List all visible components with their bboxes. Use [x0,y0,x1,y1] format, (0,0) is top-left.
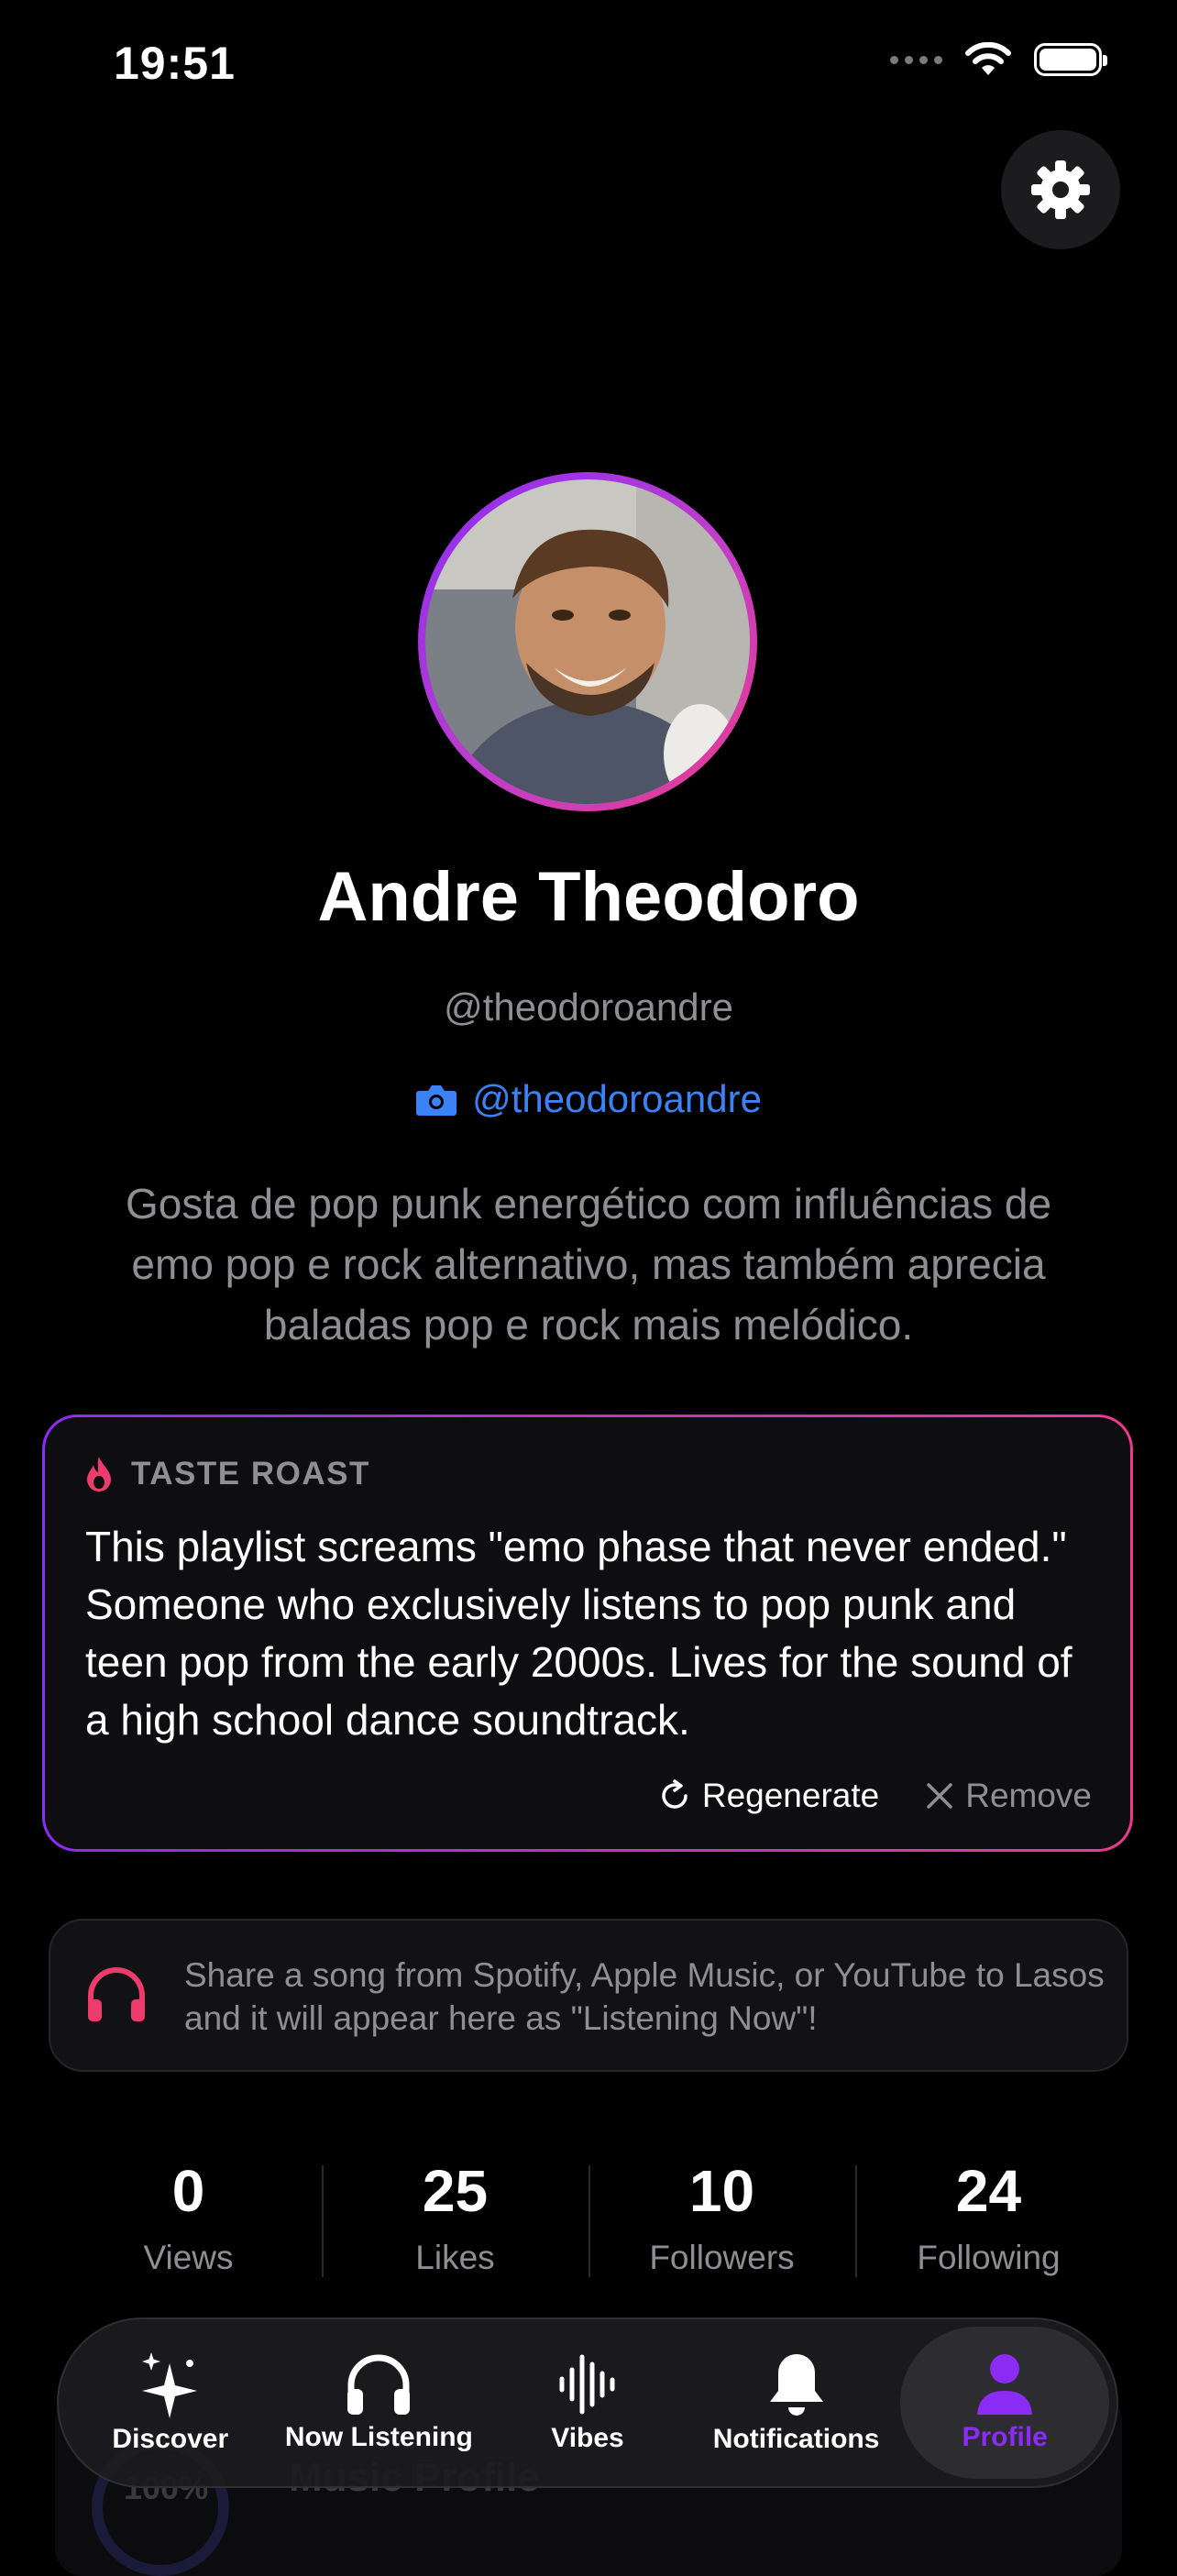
refresh-icon [662,1779,688,1809]
listening-now-hint-text: Share a song from Spotify, Apple Music, … [184,1956,1105,2037]
wifi-icon [965,42,1011,75]
stat-label: Followers [649,2239,795,2276]
stat-likes[interactable]: 25 Likes [322,2154,588,2277]
tab-label: Profile [962,2422,1048,2452]
stat-views[interactable]: 0 Views [55,2154,322,2277]
profile-bio: Gosta de pop punk energético com influên… [125,1180,1052,1349]
tab-now-listening[interactable]: Now Listening [275,2327,484,2479]
sparkles-icon [141,2352,197,2418]
regenerate-label: Regenerate [701,1777,880,1814]
close-icon [927,1783,952,1809]
bell-icon [769,2354,823,2416]
avatar [425,479,750,804]
tab-bar: Discover Now Listening Vibes Notificatio… [57,2317,1118,2488]
stat-followers[interactable]: 10 Followers [588,2154,855,2277]
taste-roast-text: This playlist screams "emo phase that ne… [85,1523,1072,1744]
headphones-icon [347,2354,411,2415]
stat-label: Following [917,2239,1061,2276]
instagram-link[interactable]: @theodoroandre [0,1077,1177,1121]
tab-profile[interactable]: Profile [900,2327,1109,2479]
tab-label: Discover [112,2424,229,2454]
battery-icon [1034,43,1107,76]
gear-icon [1031,160,1090,219]
tab-notifications[interactable]: Notifications [692,2327,901,2479]
waveform-icon [559,2354,615,2415]
profile-handle: @theodoroandre [444,985,733,1029]
stat-value: 0 [171,2158,205,2224]
tab-label: Notifications [712,2424,880,2454]
regenerate-button[interactable]: Regenerate [658,1777,879,1815]
camera-icon [416,1085,457,1116]
person-icon [977,2354,1033,2415]
tab-label: Now Listening [284,2422,473,2452]
stat-following[interactable]: 24 Following [855,2154,1122,2277]
tab-discover[interactable]: Discover [66,2327,275,2479]
cellular-signal-icon [890,55,942,64]
taste-roast-card: TASTE ROAST This playlist screams "emo p… [42,1415,1133,1852]
profile-name: Andre Theodoro [317,858,860,936]
status-icons [890,42,1107,77]
settings-button[interactable] [1001,130,1120,249]
profile-stats: 0 Views 25 Likes 10 Followers 24 Followi… [55,2154,1122,2277]
tab-label: Vibes [551,2423,624,2453]
tab-vibes[interactable]: Vibes [483,2327,692,2479]
headphones-icon [88,1967,145,2021]
taste-roast-title: TASTE ROAST [131,1456,370,1492]
stat-value: 10 [688,2158,755,2224]
avatar-ring[interactable] [418,472,757,811]
instagram-handle: @theodoroandre [472,1077,762,1120]
listening-now-hint-card: Share a song from Spotify, Apple Music, … [49,1919,1128,2072]
stat-value: 24 [955,2158,1022,2224]
flame-icon [87,1457,111,1492]
remove-button[interactable]: Remove [925,1777,1092,1815]
stat-label: Likes [415,2239,495,2276]
stat-value: 25 [422,2158,489,2224]
status-time: 19:51 [114,38,236,89]
stat-label: Views [143,2239,234,2276]
remove-label: Remove [965,1777,1092,1814]
